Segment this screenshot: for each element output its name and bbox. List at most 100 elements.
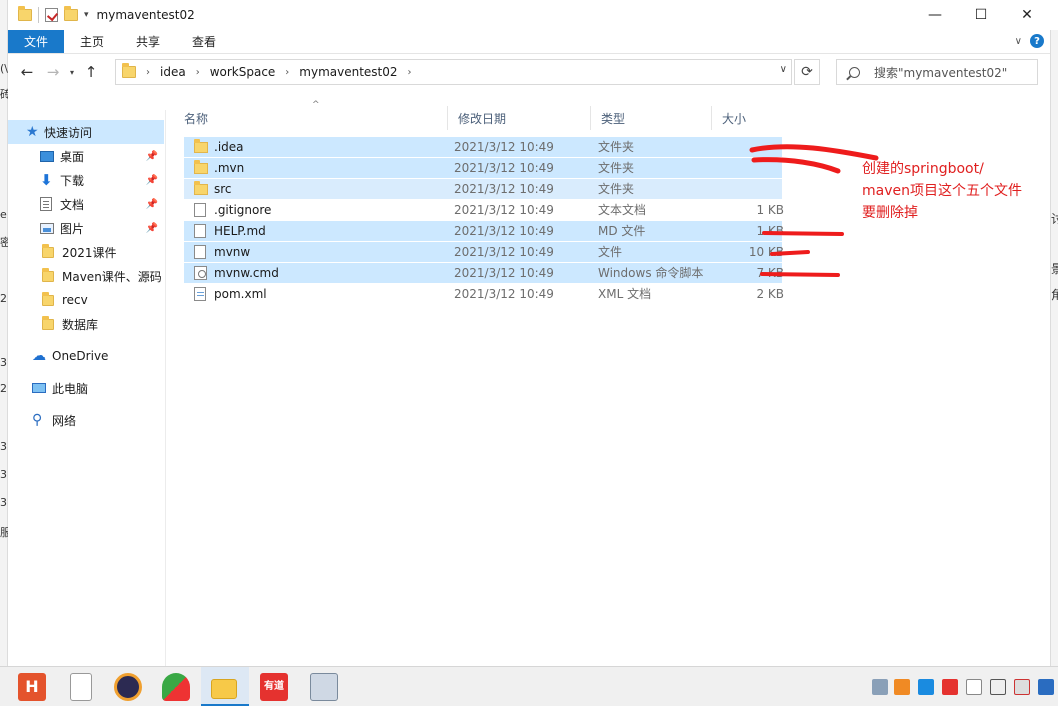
sidebar-item-downloads[interactable]: ⬇ 下载 📌 bbox=[8, 168, 164, 192]
help-icon[interactable]: ? bbox=[1030, 34, 1044, 48]
back-button[interactable]: ← bbox=[14, 63, 40, 81]
shield-tray-icon[interactable] bbox=[1038, 679, 1054, 695]
folder-icon bbox=[194, 160, 208, 174]
customize-toolbar-icon[interactable]: ▾ bbox=[84, 10, 89, 20]
tray-icon-5[interactable] bbox=[966, 679, 982, 695]
file-row-mvnw[interactable]: mvnw 2021/3/12 10:49 文件 10 KB bbox=[184, 242, 784, 262]
sidebar-item-database[interactable]: 数据库 bbox=[8, 312, 164, 336]
file-row-gitignore[interactable]: .gitignore 2021/3/12 10:49 文本文档 1 KB bbox=[184, 200, 784, 220]
tab-share[interactable]: 共享 bbox=[120, 30, 176, 53]
sidebar-item-recv[interactable]: recv bbox=[8, 288, 164, 312]
column-header-date[interactable]: 修改日期 bbox=[448, 106, 591, 130]
minimize-button[interactable]: — bbox=[912, 0, 958, 30]
breadcrumb-idea[interactable]: idea bbox=[160, 65, 186, 79]
file-name: .mvn bbox=[214, 161, 245, 175]
search-placeholder: 搜索"mymaventest02" bbox=[874, 65, 1008, 80]
breadcrumb-separator-icon[interactable]: › bbox=[196, 67, 200, 78]
tab-view[interactable]: 查看 bbox=[176, 30, 232, 53]
file-row-src[interactable]: src 2021/3/12 10:49 文件夹 bbox=[184, 179, 782, 199]
recent-locations-icon[interactable]: ▾ bbox=[66, 68, 78, 77]
tab-home[interactable]: 主页 bbox=[64, 30, 120, 53]
network-icon: ⚲ bbox=[32, 412, 43, 428]
maximize-button[interactable]: ☐ bbox=[958, 0, 1004, 30]
sidebar-item-documents[interactable]: 文档 📌 bbox=[8, 192, 164, 216]
notepad-icon[interactable] bbox=[70, 673, 92, 701]
pin-icon[interactable]: 📌 bbox=[146, 151, 158, 162]
file-date: 2021/3/12 10:49 bbox=[454, 224, 554, 238]
breadcrumb-separator-icon[interactable]: › bbox=[285, 67, 289, 78]
file-row-idea[interactable]: .idea 2021/3/12 10:49 文件夹 bbox=[184, 137, 782, 157]
file-name: .gitignore bbox=[214, 203, 272, 217]
file-date: 2021/3/12 10:49 bbox=[454, 287, 554, 301]
folder-icon bbox=[42, 315, 54, 330]
sidebar-item-quick-access[interactable]: ★ 快速访问 bbox=[8, 120, 164, 144]
sidebar-item-2021-courseware[interactable]: 2021课件 bbox=[8, 240, 164, 264]
desktop-icon bbox=[40, 150, 54, 162]
sidebar-item-pictures[interactable]: 图片 📌 bbox=[8, 216, 164, 240]
file-size: 1 KB bbox=[756, 224, 784, 238]
file-explorer-icon[interactable] bbox=[211, 679, 237, 699]
file-row-pom-xml[interactable]: pom.xml 2021/3/12 10:49 XML 文档 2 KB bbox=[184, 284, 784, 304]
breadcrumb-mymaventest02[interactable]: mymaventest02 bbox=[299, 65, 397, 79]
folder-icon bbox=[194, 181, 208, 195]
sidebar-item-desktop[interactable]: 桌面 📌 bbox=[8, 144, 164, 168]
sidebar-item-maven-courseware[interactable]: Maven课件、源码 bbox=[8, 264, 164, 288]
search-input[interactable]: 搜索"mymaventest02" bbox=[836, 59, 1038, 85]
network-tray-icon[interactable] bbox=[990, 679, 1006, 695]
file-type: 文件夹 bbox=[598, 161, 635, 175]
address-dropdown-icon[interactable]: ∨ bbox=[780, 64, 787, 75]
tray-icon-1[interactable] bbox=[872, 679, 888, 695]
up-button[interactable]: ↑ bbox=[78, 63, 104, 81]
window-title: mymaventest02 bbox=[96, 8, 195, 22]
file-type: Windows 命令脚本 bbox=[598, 266, 704, 280]
background-window-left: (\ 砖 e 密 2 3 2 3 3 3 服 bbox=[0, 0, 11, 666]
file-icon bbox=[194, 203, 206, 217]
breadcrumb-workspace[interactable]: workSpace bbox=[210, 65, 276, 79]
sidebar-item-this-pc[interactable]: 此电脑 bbox=[8, 376, 164, 400]
security-tray-icon[interactable] bbox=[1014, 679, 1030, 695]
breadcrumb-separator-icon[interactable]: › bbox=[408, 67, 412, 78]
file-name: mvnw bbox=[214, 245, 251, 259]
column-header-name[interactable]: 名称 bbox=[174, 106, 448, 130]
sidebar-item-network[interactable]: ⚲ 网络 bbox=[8, 408, 164, 432]
file-row-mvn[interactable]: .mvn 2021/3/12 10:49 文件夹 bbox=[184, 158, 782, 178]
youdao-icon[interactable]: 有道 bbox=[260, 673, 288, 701]
folder-icon bbox=[122, 63, 136, 78]
column-header-type[interactable]: 类型 bbox=[591, 106, 712, 130]
properties-icon[interactable] bbox=[45, 8, 58, 22]
breadcrumb-separator-icon[interactable]: › bbox=[146, 67, 150, 78]
tray-icon-3[interactable] bbox=[918, 679, 934, 695]
file-size: 1 KB bbox=[756, 203, 784, 217]
file-type: 文本文档 bbox=[598, 203, 647, 217]
file-name: HELP.md bbox=[214, 224, 266, 238]
background-window-right: 讨 景 角 bbox=[1050, 30, 1058, 666]
app-icon[interactable] bbox=[162, 673, 190, 701]
file-type: XML 文档 bbox=[598, 287, 652, 301]
pin-icon[interactable]: 📌 bbox=[146, 199, 158, 210]
search-icon bbox=[849, 66, 860, 78]
tab-file[interactable]: 文件 bbox=[8, 30, 65, 53]
script-file-icon bbox=[194, 266, 207, 280]
file-icon bbox=[194, 224, 206, 238]
pin-icon[interactable]: 📌 bbox=[146, 175, 158, 186]
sidebar-item-onedrive[interactable]: ☁ OneDrive bbox=[8, 344, 164, 368]
file-type: MD 文件 bbox=[598, 224, 646, 238]
file-date: 2021/3/12 10:49 bbox=[454, 140, 554, 154]
monitor-icon[interactable] bbox=[310, 673, 338, 701]
close-button[interactable]: ✕ bbox=[1004, 0, 1050, 30]
file-size: 10 KB bbox=[748, 245, 784, 259]
expand-ribbon-icon[interactable]: ∨ bbox=[1015, 36, 1022, 47]
hbuilder-icon[interactable]: H bbox=[18, 673, 46, 701]
forward-button[interactable]: → bbox=[40, 63, 66, 81]
file-row-help-md[interactable]: HELP.md 2021/3/12 10:49 MD 文件 1 KB bbox=[184, 221, 784, 241]
address-bar[interactable]: › idea › workSpace › mymaventest02 › ∨ bbox=[115, 59, 792, 85]
refresh-button[interactable]: ⟳ bbox=[794, 59, 820, 85]
tray-icon-4[interactable] bbox=[942, 679, 958, 695]
file-row-mvnw-cmd[interactable]: mvnw.cmd 2021/3/12 10:49 Windows 命令脚本 7 … bbox=[184, 263, 784, 283]
column-header-size[interactable]: 大小 bbox=[712, 106, 788, 130]
eclipse-icon[interactable] bbox=[114, 673, 142, 701]
tray-icon-2[interactable] bbox=[894, 679, 910, 695]
document-icon bbox=[40, 197, 52, 211]
pin-icon[interactable]: 📌 bbox=[146, 223, 158, 234]
new-folder-icon[interactable] bbox=[64, 6, 78, 21]
